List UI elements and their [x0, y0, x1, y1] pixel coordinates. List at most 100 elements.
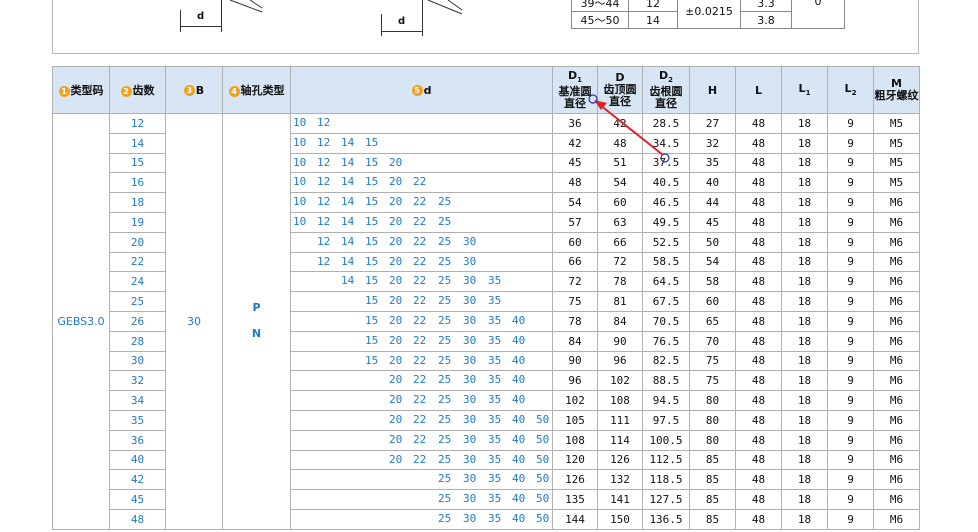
d-value: 40 [512, 492, 526, 506]
header-label: 齿数 [132, 84, 155, 97]
l-cell: 48 [735, 370, 782, 392]
teeth-cell: 22 [109, 251, 166, 273]
m-cell: M6 [873, 310, 920, 332]
l1-cell: 18 [781, 489, 828, 510]
h-cell: 50 [689, 231, 736, 253]
teeth-cell: 28 [109, 330, 166, 352]
d1-cell: 54 [552, 192, 598, 213]
d1-cell: 108 [552, 429, 598, 451]
mini-cell: ±0.0215 [677, 0, 741, 29]
teeth-cell: 36 [109, 429, 166, 451]
d-value: 22 [413, 333, 427, 347]
mini-cell: 3.8 [740, 11, 792, 29]
d-values-cell: 12 14 15 20 22 25 30 [290, 251, 553, 273]
d-value: 22 [413, 452, 427, 466]
l-cell: 48 [735, 271, 782, 293]
d-value: 25 [438, 452, 452, 466]
l-cell: 48 [735, 350, 782, 372]
d2-cell: 64.5 [642, 271, 690, 293]
d1-cell: 66 [552, 251, 598, 273]
d-values-cell: 20 22 25 30 35 40 50 [290, 409, 553, 431]
header-label: B [195, 83, 205, 97]
dimension-line-right [381, 31, 423, 32]
l-cell: 48 [735, 449, 782, 471]
mini-cell: 39～44 [571, 0, 629, 12]
l2-cell: 9 [827, 330, 874, 352]
d-cell: 81 [597, 291, 643, 312]
h-cell: 85 [689, 489, 736, 510]
teeth-cell: 20 [109, 231, 166, 253]
l1-cell: 18 [781, 231, 828, 253]
d-value: 12 [317, 254, 331, 268]
d-values-cell: 20 22 25 30 35 40 50 [290, 429, 553, 451]
l-cell: 48 [735, 172, 782, 194]
d-value: 25 [438, 432, 452, 446]
teeth-cell: 26 [109, 310, 166, 332]
d-value: 30 [463, 333, 477, 347]
l-cell: 48 [735, 508, 782, 530]
d-value: 10 [293, 195, 307, 209]
l1-cell: 18 [781, 310, 828, 332]
d1-cell: 45 [552, 152, 598, 174]
l2-cell: 9 [827, 172, 874, 194]
mini-cell: 45～50 [571, 11, 629, 29]
d2-cell: 82.5 [642, 350, 690, 372]
m-cell: M6 [873, 192, 920, 213]
header-symbol: D [567, 68, 578, 82]
b-cell: 30 [165, 113, 223, 530]
d-values-cell: 10 12 14 15 [290, 132, 553, 154]
d-value: 20 [389, 452, 403, 466]
l1-cell: 18 [781, 449, 828, 471]
l-cell: 48 [735, 469, 782, 491]
m-cell: M6 [873, 370, 920, 392]
d-value: 14 [341, 274, 355, 288]
d-cell: 111 [597, 409, 643, 431]
d-value: 10 [293, 116, 307, 129]
l2-cell: 9 [827, 231, 874, 253]
h-cell: 58 [689, 271, 736, 293]
d-value: 14 [341, 234, 355, 248]
teeth-cell: 16 [109, 172, 166, 194]
d-value: 30 [463, 353, 477, 367]
d-value: 15 [365, 254, 379, 268]
d1-cell: 48 [552, 172, 598, 194]
h-cell: 27 [689, 113, 736, 134]
l-cell: 48 [735, 152, 782, 174]
header-d-tip: D 齿顶圆 直径 [597, 66, 643, 114]
d-value: 15 [365, 214, 379, 228]
d-value: 40 [512, 412, 526, 426]
d-cell: 54 [597, 172, 643, 194]
m-cell: M6 [873, 271, 920, 293]
number-badge: 4 [228, 85, 240, 97]
d-value: 12 [317, 214, 331, 228]
teeth-cell: 18 [109, 192, 166, 213]
d-values-cell: 15 20 22 25 30 35 40 [290, 350, 553, 372]
d-cell: 108 [597, 390, 643, 411]
l2-cell: 9 [827, 469, 874, 491]
d-value: 22 [413, 175, 427, 189]
h-cell: 75 [689, 370, 736, 392]
d2-cell: 88.5 [642, 370, 690, 392]
h-cell: 85 [689, 449, 736, 471]
d-value: 22 [413, 254, 427, 268]
d-values-cell: 10 12 14 15 20 [290, 152, 553, 174]
d2-cell: 97.5 [642, 409, 690, 431]
d-value: 14 [341, 175, 355, 189]
d1-cell: 126 [552, 469, 598, 491]
d-value: 25 [438, 472, 452, 486]
l1-cell: 18 [781, 390, 828, 411]
l-cell: 48 [735, 310, 782, 332]
hole-type-cell: PN [222, 113, 291, 530]
d-value: 15 [365, 234, 379, 248]
d-value: 22 [413, 195, 427, 209]
d-value: 14 [341, 254, 355, 268]
d-value: 40 [512, 393, 526, 407]
h-cell: 54 [689, 251, 736, 273]
d2-cell: 52.5 [642, 231, 690, 253]
d-value: 30 [463, 511, 477, 525]
header-line2: 直径 [609, 95, 631, 108]
d-value: 25 [438, 353, 452, 367]
d-value: 35 [488, 492, 502, 506]
l1-cell: 18 [781, 469, 828, 491]
l-cell: 48 [735, 132, 782, 154]
